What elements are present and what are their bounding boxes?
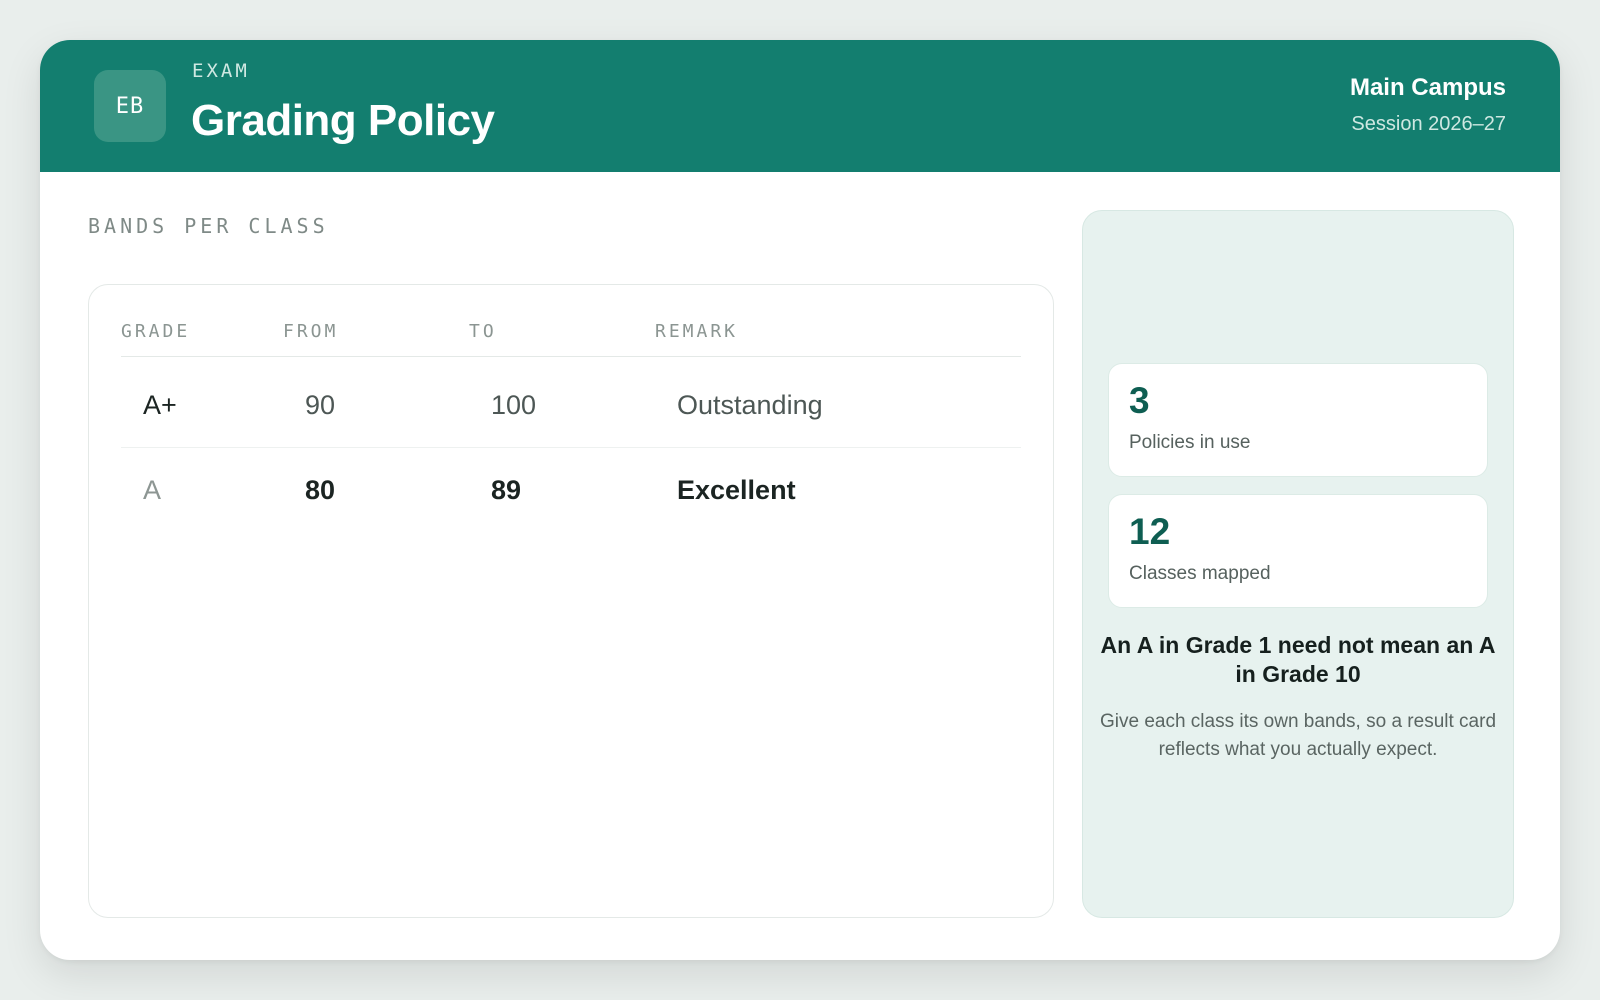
- cell-grade: A+: [143, 389, 177, 420]
- cell-from: 90: [305, 389, 336, 420]
- table-row[interactable]: A+ 90 100 Outstanding: [121, 363, 1021, 448]
- stat-value: 12: [1129, 511, 1171, 552]
- cell-grade: A: [143, 474, 162, 505]
- column-header-from: FROM: [283, 321, 339, 342]
- cell-from: 80: [305, 474, 336, 505]
- grade-bands-table: GRADE FROM TO REMARK A+ 90 100 Outstandi…: [88, 284, 1054, 918]
- column-header-grade: GRADE: [121, 321, 191, 342]
- page-header: EB EXAM Grading Policy Main Campus Sessi…: [40, 40, 1560, 172]
- stat-label: Policies in use: [1129, 432, 1251, 453]
- stat-card-policies: 3 Policies in use: [1108, 363, 1488, 477]
- column-header-remark: REMARK: [655, 321, 739, 342]
- stat-card-classes: 12 Classes mapped: [1108, 494, 1488, 608]
- table-header: GRADE FROM TO REMARK: [121, 319, 1021, 357]
- summary-panel: 3 Policies in use 12 Classes mapped An A…: [1082, 210, 1514, 918]
- header-eyebrow: EXAM: [192, 60, 250, 82]
- cell-remark: Excellent: [677, 474, 796, 505]
- grading-policy-card: EB EXAM Grading Policy Main Campus Sessi…: [40, 40, 1560, 960]
- page-title: Grading Policy: [191, 96, 495, 145]
- campus-name: Main Campus: [1349, 74, 1506, 101]
- table-row[interactable]: A 80 89 Excellent: [121, 448, 1021, 533]
- stat-label: Classes mapped: [1129, 563, 1271, 584]
- column-header-to: TO: [469, 321, 497, 342]
- note-body: Give each class its own bands, so a resu…: [1099, 711, 1497, 760]
- note-title: An A in Grade 1 need not mean an A in Gr…: [1100, 632, 1496, 687]
- brand-logo: EB: [94, 70, 166, 142]
- session-label: Session 2026–27: [1351, 113, 1506, 135]
- section-label: BANDS PER CLASS: [88, 214, 329, 238]
- cell-to: 89: [491, 474, 522, 505]
- cell-remark: Outstanding: [677, 389, 823, 420]
- cell-to: 100: [491, 389, 537, 420]
- stat-value: 3: [1129, 380, 1150, 421]
